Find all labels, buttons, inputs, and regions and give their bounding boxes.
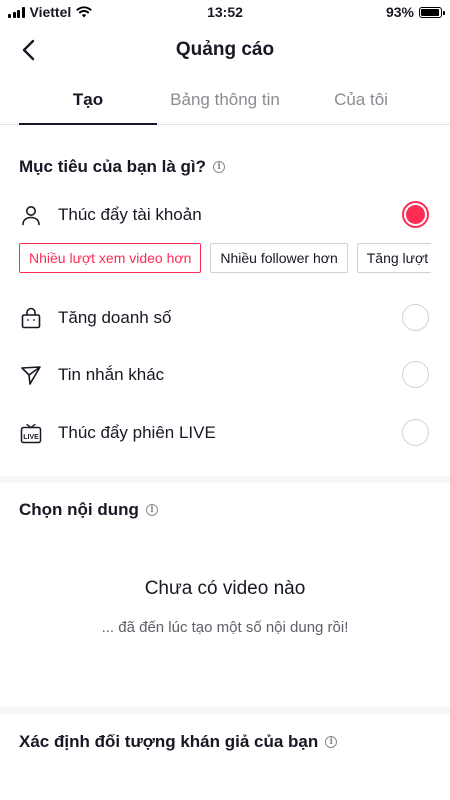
radio-unselected[interactable]: [402, 304, 429, 331]
content-section-title: Chọn nội dung i: [19, 500, 158, 520]
chip-more-followers[interactable]: Nhiều follower hơn: [210, 243, 348, 273]
goal-option-label: Thúc đẩy phiên LIVE: [58, 423, 216, 442]
empty-state-subtitle: ... đã đến lúc tạo một số nội dung rồi!: [101, 619, 349, 636]
status-right: 93%: [385, 4, 445, 20]
goal-option-live[interactable]: LIVE Thúc đẩy phiên LIVE: [0, 414, 450, 454]
tab-create[interactable]: Tạo: [13, 90, 163, 110]
radio-unselected[interactable]: [402, 419, 429, 446]
battery-percent: 93%: [385, 4, 414, 20]
empty-state-title: Chưa có video nào: [144, 578, 306, 599]
battery-fill: [421, 8, 439, 16]
content-title-text: Chọn nội dung: [19, 500, 139, 519]
chip-more-video-views[interactable]: Nhiều lượt xem video hơn: [19, 243, 202, 273]
section-divider: [0, 476, 450, 483]
svg-text:LIVE: LIVE: [23, 434, 39, 441]
status-time: 13:52: [207, 4, 243, 20]
radio-selected[interactable]: [402, 201, 429, 228]
audience-title-text: Xác định đối tượng khán giả của bạn: [19, 732, 319, 751]
section-divider: [0, 707, 450, 714]
goal-section-title: Mục tiêu của bạn là gì? i: [19, 157, 226, 177]
goal-option-label: Thúc đẩy tài khoản: [58, 205, 202, 224]
tab-bar: Tạo Bảng thông tin Của tôi: [0, 80, 450, 125]
goal-option-account[interactable]: Thúc đẩy tài khoản: [0, 196, 450, 236]
goal-option-sales[interactable]: Tăng doanh số: [0, 299, 450, 339]
radio-dot: [406, 205, 425, 224]
chip-more-engagement[interactable]: Tăng lượt: [356, 243, 431, 273]
status-bar: Viettel 13:52 93%: [0, 0, 450, 24]
battery-icon: [419, 6, 445, 18]
info-icon[interactable]: i: [325, 736, 338, 748]
nav-header: Quảng cáo: [0, 28, 450, 72]
tab-mine[interactable]: Của tôi: [286, 90, 436, 110]
goal-sub-options: Nhiều lượt xem video hơn Nhiều follower h…: [19, 243, 431, 274]
live-tv-icon: LIVE: [20, 423, 42, 444]
goal-option-label: Tin nhắn khác: [58, 365, 165, 384]
goal-title-text: Mục tiêu của bạn là gì?: [19, 157, 207, 176]
person-icon: [22, 206, 40, 226]
tab-indicator: [19, 123, 157, 125]
goal-option-label: Tăng doanh số: [58, 308, 172, 327]
send-icon: [21, 366, 41, 385]
tab-dashboard[interactable]: Bảng thông tin: [150, 90, 300, 110]
radio-unselected[interactable]: [402, 361, 429, 388]
page-title: Quảng cáo: [175, 39, 275, 60]
info-icon[interactable]: i: [145, 504, 158, 516]
audience-section-title: Xác định đối tượng khán giả của bạn i: [19, 732, 338, 752]
info-icon[interactable]: i: [213, 161, 226, 173]
goal-option-messages[interactable]: Tin nhắn khác: [0, 356, 450, 396]
shopping-bag-icon: [21, 307, 41, 329]
